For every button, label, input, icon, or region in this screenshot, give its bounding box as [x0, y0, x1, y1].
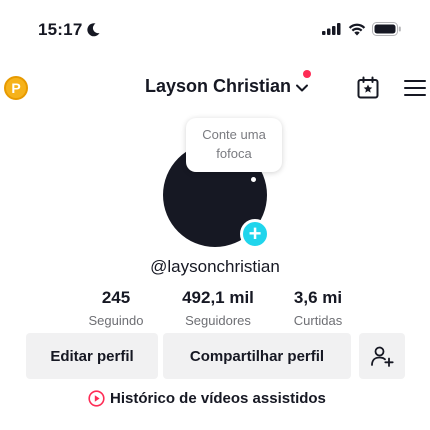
note-bubble-line1: Conte uma [202, 127, 266, 142]
watch-history-link[interactable]: Histórico de vídeos assistidos [88, 390, 326, 407]
watch-history-label: Histórico de vídeos assistidos [110, 390, 326, 407]
stat-value: 3,6 mi [293, 288, 343, 307]
edit-profile-button[interactable]: Editar perfil [26, 333, 158, 379]
stat-value: 245 [101, 288, 131, 307]
add-avatar-button[interactable]: + [240, 219, 270, 249]
note-bubble-line2: fofoca [216, 146, 252, 161]
add-friend-button[interactable] [359, 333, 405, 379]
account-switcher[interactable]: Layson Christian [145, 76, 309, 97]
wifi-icon [348, 23, 366, 35]
signal-icon [322, 23, 341, 35]
calendar-star-icon[interactable] [356, 76, 380, 100]
play-circle-icon [88, 390, 105, 407]
moon-icon [87, 23, 100, 37]
stat-label: Curtidas [293, 313, 343, 328]
status-icons [322, 22, 402, 36]
stat-value: 492,1 mil [182, 288, 254, 307]
clock: 15:17 [38, 20, 101, 40]
time-text: 15:17 [38, 20, 83, 39]
stat-label: Seguidores [185, 313, 251, 328]
username-title: Layson Christian [145, 76, 292, 96]
coin-icon[interactable]: P [4, 76, 28, 100]
profile-handle: @laysonchristian [150, 257, 280, 276]
stat-following[interactable]: 245 Seguindo [76, 288, 156, 328]
stat-likes[interactable]: 3,6 mi Curtidas [276, 288, 360, 328]
menu-icon[interactable] [403, 77, 427, 99]
stat-followers[interactable]: 492,1 mil Seguidores [168, 288, 268, 328]
note-bubble[interactable]: Conte uma fofoca [186, 118, 282, 172]
battery-icon [372, 22, 401, 36]
stat-label: Seguindo [88, 313, 144, 328]
notification-dot [303, 70, 311, 78]
add-friend-icon [371, 346, 394, 367]
bubble-tail-dot [250, 176, 257, 183]
status-bar: 15:17 [0, 0, 430, 62]
share-profile-button[interactable]: Compartilhar perfil [163, 333, 351, 379]
profile-stats: 245 Seguindo 492,1 mil Seguidores 3,6 mi… [76, 288, 358, 332]
chevron-down-icon [296, 84, 309, 91]
